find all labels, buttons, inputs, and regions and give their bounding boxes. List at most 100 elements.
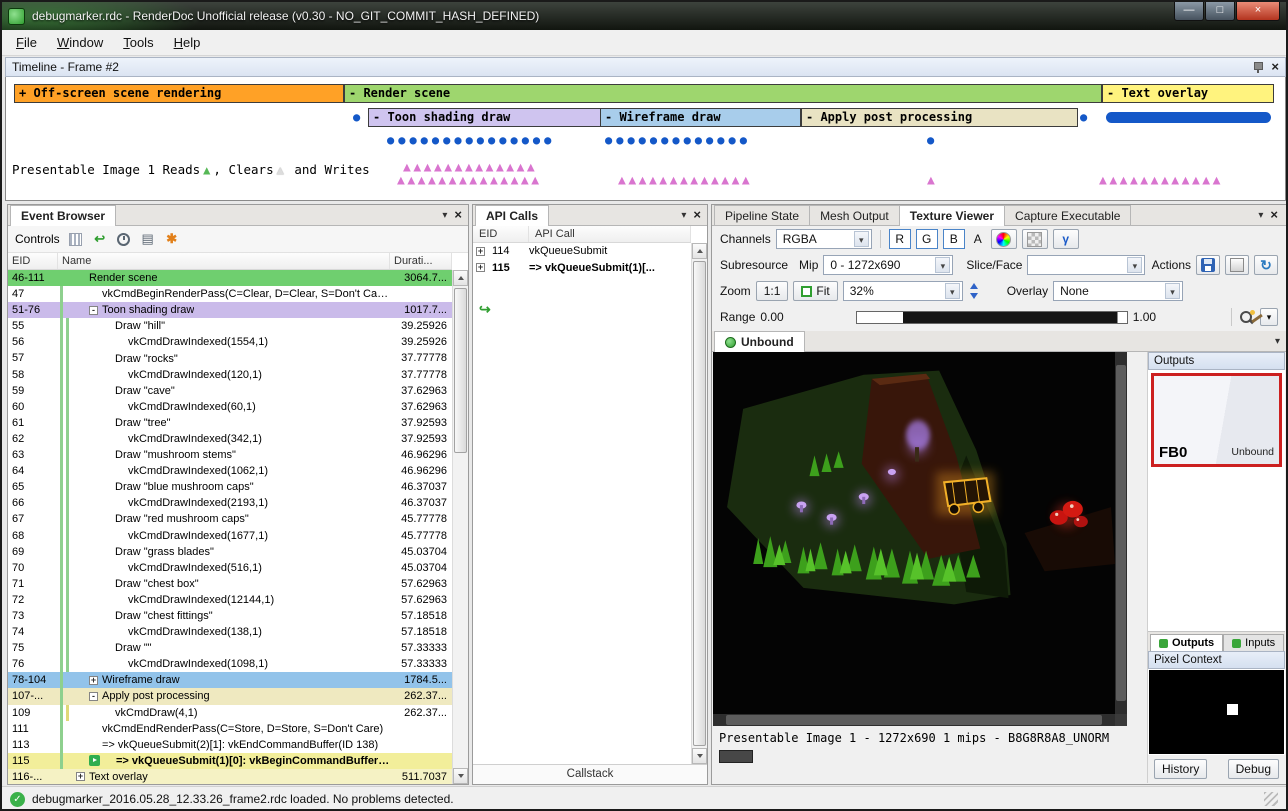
range-min-value[interactable]: 0.00 (760, 310, 783, 324)
postprocess-draw-dot[interactable]: ● (927, 134, 938, 146)
texture-viewport[interactable] (713, 352, 1127, 726)
wireframe-draw-dots[interactable]: ●●●●●●●●●●●●● (605, 134, 751, 146)
event-row[interactable]: 63 Draw "mushroom stems" 46.96296 (8, 447, 452, 463)
event-row[interactable]: 70 vkCmdDrawIndexed(516,1) 45.03704 (8, 560, 452, 576)
flip-y-icon[interactable] (968, 283, 980, 299)
scroll-thumb[interactable] (1116, 365, 1126, 701)
gamma-button[interactable]: γ (1053, 229, 1079, 249)
tree-expander[interactable] (102, 418, 111, 427)
timeline-marker-bar[interactable]: + Off-screen scene rendering (14, 84, 344, 103)
dock-menu-icon[interactable]: ▾ (1258, 210, 1263, 221)
tree-expander[interactable]: + (476, 247, 485, 256)
event-row[interactable]: 78-104 + Wireframe draw 1784.5... (8, 672, 452, 688)
scroll-thumb[interactable] (693, 261, 706, 746)
tree-expander[interactable] (115, 402, 124, 411)
resize-grip[interactable] (1264, 792, 1278, 806)
tree-expander[interactable] (102, 451, 111, 460)
maximize-button[interactable]: □ (1205, 2, 1235, 21)
tree-expander[interactable] (102, 612, 111, 621)
tab-event-browser[interactable]: Event Browser (10, 205, 116, 226)
timeline-marker-bar[interactable]: - Toon shading draw (368, 108, 601, 127)
tree-expander[interactable] (102, 515, 111, 524)
channels-combo[interactable]: RGBA ▾ (776, 229, 872, 249)
zoom-fit-button[interactable]: Fit (793, 281, 837, 301)
menu-item[interactable]: File (6, 31, 47, 54)
api-call-row[interactable]: + 115 => vkQueueSubmit(1)[... (473, 260, 707, 277)
col-eid[interactable]: EID (8, 253, 58, 269)
columns-select-icon[interactable] (68, 231, 84, 247)
tree-expander[interactable]: + (476, 263, 485, 272)
tree-expander[interactable] (115, 628, 124, 637)
event-row[interactable]: 109 vkCmdDraw(4,1) 262.37... (8, 705, 452, 721)
callstack-section[interactable]: Callstack (473, 764, 707, 784)
event-row[interactable]: 75 Draw "" 57.33333 (8, 640, 452, 656)
event-row[interactable]: 73 Draw "chest fittings" 57.18518 (8, 608, 452, 624)
time-durations-icon[interactable] (116, 231, 132, 247)
tree-expander[interactable] (102, 386, 111, 395)
tree-expander[interactable] (115, 531, 124, 540)
usage-triangles[interactable]: ▲▲▲▲▲▲▲▲▲▲▲▲ (1099, 174, 1223, 187)
tree-expander[interactable] (89, 290, 98, 299)
scroll-thumb[interactable] (454, 288, 467, 453)
tree-expander[interactable] (115, 370, 124, 379)
event-row[interactable]: 56 vkCmdDrawIndexed(1554,1) 39.25926 (8, 334, 452, 350)
timeline-body[interactable]: + Off-screen scene rendering - Render sc… (5, 77, 1286, 201)
event-row[interactable]: 115 => vkQueueSubmit(1)[0]: vkBeginComma… (8, 753, 452, 769)
timeline-marker-bar[interactable]: - Text overlay (1102, 84, 1274, 103)
close-icon[interactable]: × (693, 209, 701, 221)
channel-alpha-button[interactable]: A (970, 232, 986, 246)
timeline-marker-bar[interactable]: - Render scene (344, 84, 1102, 103)
event-row[interactable]: 46-111 Render scene 3064.7... (8, 270, 452, 286)
viewport-vertical-scrollbar[interactable] (1115, 352, 1127, 714)
save-texture-button[interactable] (1196, 255, 1220, 275)
scroll-thumb[interactable] (726, 715, 1102, 725)
stats-icon[interactable]: ▤ (140, 231, 156, 247)
range-slider[interactable] (856, 311, 1128, 324)
viewport-horizontal-scrollbar[interactable] (713, 714, 1115, 726)
timeline-marker-bar[interactable]: - Wireframe draw (600, 108, 801, 127)
zoom-1-1-button[interactable]: 1:1 (756, 281, 789, 301)
tree-expander[interactable] (115, 499, 124, 508)
api-call-row[interactable]: + 114 vkQueueSubmit (473, 243, 707, 260)
event-row[interactable]: 68 vkCmdDrawIndexed(1677,1) 45.77778 (8, 528, 452, 544)
debug-button[interactable]: Debug (1228, 759, 1279, 779)
scroll-up-arrow[interactable] (692, 243, 707, 259)
timeline-header[interactable]: Timeline - Frame #2 × (5, 57, 1286, 77)
channel-blue-button[interactable]: B (943, 229, 965, 249)
api-calls-scrollbar[interactable] (691, 243, 707, 764)
pixel-context-view[interactable] (1149, 670, 1284, 754)
titlebar[interactable]: debugmarker.rdc - RenderDoc Unofficial r… (2, 2, 1286, 30)
fb0-thumbnail[interactable]: FB0 Unbound (1151, 373, 1282, 467)
event-row[interactable]: 65 Draw "blue mushroom caps" 46.37037 (8, 479, 452, 495)
col-duration[interactable]: Durati... (390, 253, 452, 269)
event-row[interactable]: 69 Draw "grass blades" 45.03704 (8, 544, 452, 560)
overlay-combo[interactable]: None ▾ (1053, 281, 1183, 301)
tree-expander[interactable]: + (89, 676, 98, 685)
tree-expander[interactable] (102, 579, 111, 588)
close-icon[interactable]: × (1270, 209, 1278, 221)
usage-triangles[interactable]: ▲▲▲▲▲▲▲▲▲▲▲▲▲ (618, 174, 752, 187)
event-row[interactable]: 58 vkCmdDrawIndexed(120,1) 37.77778 (8, 367, 452, 383)
close-icon[interactable]: × (1271, 61, 1279, 73)
menu-item[interactable]: Window (47, 31, 113, 54)
tree-expander[interactable] (102, 708, 111, 717)
goto-eid-icon[interactable]: ↩ (92, 231, 108, 247)
refresh-button[interactable]: ↻ (1254, 255, 1278, 275)
menu-item[interactable]: Help (164, 31, 211, 54)
minimize-button[interactable]: — (1174, 2, 1204, 21)
tree-expander[interactable] (115, 338, 124, 347)
pin-icon[interactable] (1253, 62, 1263, 73)
tree-expander[interactable] (103, 756, 112, 765)
zoom-range-icon[interactable] (1239, 310, 1244, 325)
channel-green-button[interactable]: G (916, 229, 938, 249)
dock-menu-icon[interactable]: ▾ (442, 210, 447, 221)
scroll-down-arrow[interactable] (453, 768, 468, 784)
event-row[interactable]: 107-... - Apply post processing 262.37..… (8, 688, 452, 704)
event-row[interactable]: 72 vkCmdDrawIndexed(12144,1) 57.62963 (8, 592, 452, 608)
usage-triangle[interactable]: ▲ (927, 174, 937, 187)
more-options-button[interactable]: ▾ (1260, 308, 1278, 326)
event-row[interactable]: 71 Draw "chest box" 57.62963 (8, 576, 452, 592)
tree-expander[interactable] (102, 354, 111, 363)
autofit-wand-icon[interactable] (1250, 310, 1255, 325)
tree-expander[interactable] (115, 595, 124, 604)
